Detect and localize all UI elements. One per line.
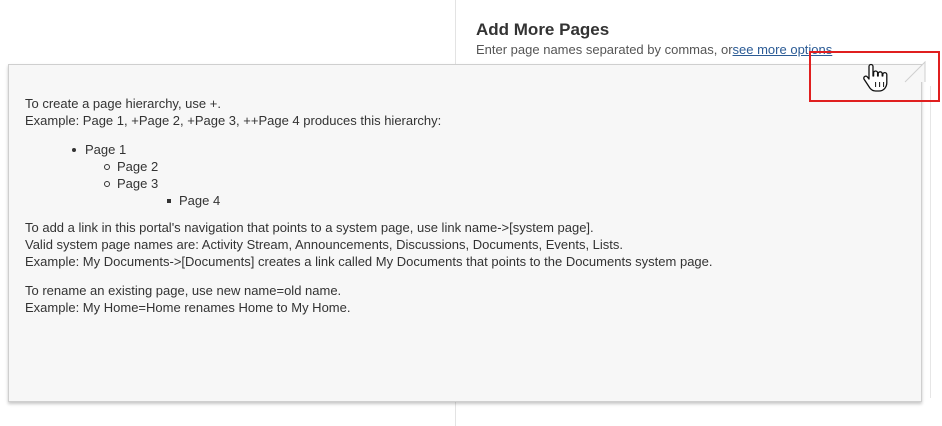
help-tooltip: To create a page hierarchy, use +. Examp… <box>8 64 922 402</box>
circle-bullet-icon <box>104 164 110 170</box>
hand-pointer-cursor-icon <box>863 63 888 92</box>
list-item: Page 2 <box>25 158 921 175</box>
panel-edge <box>930 86 931 398</box>
hierarchy-item-label: Page 1 <box>85 142 127 157</box>
square-bullet-icon <box>167 199 171 203</box>
tooltip-rename-line-1: To rename an existing page, use new name… <box>25 283 342 298</box>
tooltip-intro-line-1: To create a page hierarchy, use +. <box>25 96 221 111</box>
list-item: Page 1 <box>25 141 921 158</box>
section-title: Add More Pages <box>476 20 610 39</box>
hierarchy-item-label: Page 4 <box>179 193 221 208</box>
disc-bullet-icon <box>72 148 76 152</box>
hierarchy-item-label: Page 3 <box>117 176 159 191</box>
tooltip-link-line-1: To add a link in this portal's navigatio… <box>25 220 594 235</box>
tooltip-intro-line-2: Example: Page 1, +Page 2, +Page 3, ++Pag… <box>25 113 442 128</box>
list-item: Page 4 <box>25 192 921 209</box>
list-item: Page 3 <box>25 175 921 192</box>
hierarchy-list: Page 1 Page 2 Page 3 Page 4 <box>25 141 921 209</box>
subtitle-text: Enter page names separated by commas, or <box>476 42 733 57</box>
tooltip-link-line-3: Example: My Documents->[Documents] creat… <box>25 254 713 269</box>
tooltip-link-line-2: Valid system page names are: Activity St… <box>25 237 624 252</box>
circle-bullet-icon <box>104 181 110 187</box>
hierarchy-item-label: Page 2 <box>117 159 159 174</box>
tooltip-rename-line-2: Example: My Home=Home renames Home to My… <box>25 300 351 315</box>
